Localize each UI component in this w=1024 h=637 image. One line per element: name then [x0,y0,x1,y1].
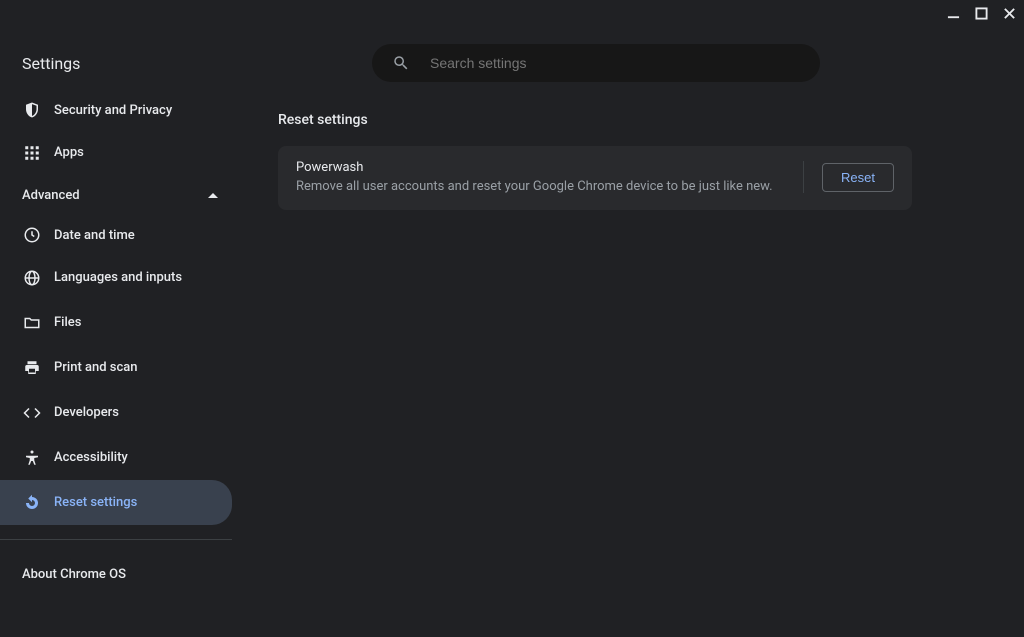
apps-grid-icon [22,143,42,163]
sidebar-item-label: Accessibility [54,450,128,465]
sidebar-item-print-scan[interactable]: Print and scan [0,345,232,390]
clock-icon [22,225,42,245]
reset-icon [22,493,42,513]
sidebar-item-date-time[interactable]: Date and time [0,215,232,255]
sidebar: Security and Privacy Apps Advanced Date … [0,90,232,594]
card-text: Powerwash Remove all user accounts and r… [296,160,785,194]
sidebar-item-reset-settings[interactable]: Reset settings [0,480,232,525]
sidebar-item-apps[interactable]: Apps [0,130,232,175]
card-description: Remove all user accounts and reset your … [296,179,785,194]
sidebar-item-languages-inputs[interactable]: Languages and inputs [0,255,232,300]
search-bar[interactable] [372,44,820,82]
content-area: Reset settings Powerwash Remove all user… [278,112,912,210]
sidebar-item-label: Print and scan [54,360,138,375]
accessibility-icon [22,448,42,468]
window-close-button[interactable] [1002,6,1016,20]
card-title: Powerwash [296,160,785,175]
sidebar-section-advanced[interactable]: Advanced [0,175,232,215]
sidebar-item-files[interactable]: Files [0,300,232,345]
window-controls [946,6,1016,20]
page-title: Settings [22,54,80,73]
code-icon [22,403,42,423]
section-title: Reset settings [278,112,912,128]
sidebar-item-label: About Chrome OS [22,567,126,582]
printer-icon [22,358,42,378]
sidebar-item-developers[interactable]: Developers [0,390,232,435]
window-minimize-button[interactable] [946,6,960,20]
powerwash-card: Powerwash Remove all user accounts and r… [278,146,912,210]
sidebar-item-accessibility[interactable]: Accessibility [0,435,232,480]
sidebar-item-security-privacy[interactable]: Security and Privacy [0,90,232,130]
globe-icon [22,268,42,288]
sidebar-item-label: Developers [54,405,119,420]
shield-icon [22,100,42,120]
window-maximize-button[interactable] [974,6,988,20]
folder-icon [22,313,42,333]
search-input[interactable] [410,55,800,71]
sidebar-item-label: Date and time [54,228,135,243]
sidebar-section-label: Advanced [22,188,80,203]
sidebar-item-label: Security and Privacy [54,103,172,118]
sidebar-item-label: Reset settings [54,495,137,510]
sidebar-item-label: Files [54,315,81,330]
reset-button[interactable]: Reset [822,163,894,192]
card-divider [803,161,804,193]
sidebar-item-label: Apps [54,145,84,160]
sidebar-separator [0,539,232,540]
sidebar-item-about[interactable]: About Chrome OS [0,554,232,594]
chevron-up-icon [208,190,218,200]
sidebar-item-label: Languages and inputs [54,270,182,285]
search-icon [392,54,410,72]
